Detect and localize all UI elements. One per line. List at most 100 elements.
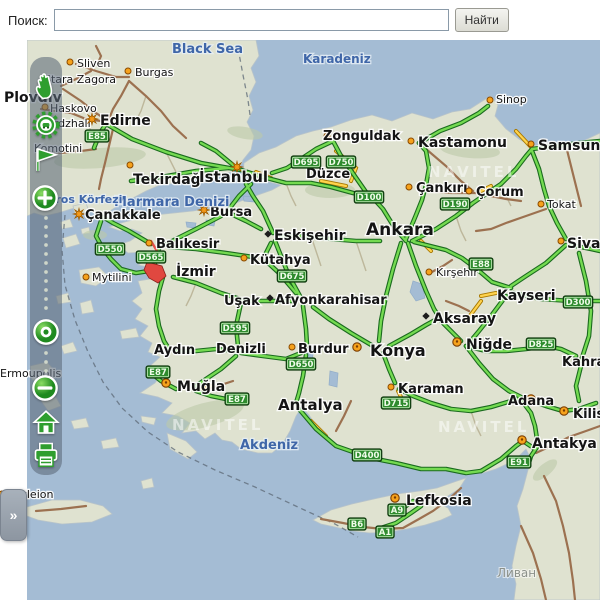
capital-splat-icon — [73, 208, 84, 219]
town-dot-icon — [466, 188, 472, 194]
city-label: Edirne — [100, 113, 151, 129]
sea-label: Karadeniz — [303, 52, 371, 66]
route-vehicle-button[interactable] — [31, 110, 61, 140]
town-dot-icon — [388, 384, 394, 390]
city-label: Tokat — [546, 198, 576, 211]
town-dot-icon — [146, 240, 152, 246]
road-number-label: D300 — [566, 298, 591, 308]
city-label: Denizli — [216, 342, 266, 357]
city-label: Burgas — [135, 66, 174, 79]
sea-label: Akdeniz — [240, 438, 298, 453]
road-number-label: D100 — [357, 193, 382, 203]
city-label: Niğde — [466, 337, 512, 353]
city-label: Kilis — [573, 407, 600, 422]
city-label: Mytilini — [92, 271, 132, 284]
city-label: Lefkosia — [406, 493, 472, 509]
city-label: İstanbul — [199, 167, 268, 186]
road-number-label: A9 — [391, 506, 404, 516]
town-dot-icon — [406, 184, 412, 190]
flag-icon — [31, 144, 61, 174]
city-label: Ankara — [366, 220, 434, 240]
road-number-label: D565 — [139, 253, 164, 263]
navitel-watermark: NAVITEL — [172, 416, 263, 434]
navitel-watermark: NAVITEL — [428, 163, 519, 181]
map-container[interactable]: NAVITELNAVITELNAVITELPlovdivSlivenStara … — [0, 40, 600, 600]
zoom-slider-track-lower[interactable] — [42, 349, 50, 373]
city-label: Sivas — [567, 236, 600, 252]
city-dome-dot — [563, 409, 565, 411]
town-dot-icon — [426, 269, 432, 275]
navitel-watermark: NAVITEL — [438, 418, 529, 436]
zoom-slider-track[interactable] — [42, 214, 50, 314]
city-label: Burdur — [298, 342, 349, 357]
print-button[interactable] — [31, 440, 61, 470]
town-dot-icon — [241, 255, 247, 261]
town-dot-icon — [67, 59, 73, 65]
city-label: Çorum — [476, 185, 524, 200]
town-dot-icon — [83, 274, 89, 280]
city-label: Kayseri — [497, 288, 556, 304]
road-number-label: D550 — [98, 245, 123, 255]
home-icon — [31, 408, 61, 438]
city-label: Sinop — [496, 93, 527, 106]
city-label: Adana — [508, 394, 554, 409]
sidebar-collapse-tab[interactable]: » — [0, 489, 27, 541]
town-dot-icon — [558, 238, 564, 244]
search-bar: Поиск: Найти — [0, 0, 600, 40]
city-label: Tekirdağ — [133, 172, 201, 188]
map-toolbar — [30, 57, 62, 475]
road-number-label: A1 — [379, 528, 392, 538]
vehicle-gear-icon — [31, 110, 61, 140]
city-label: Karaman — [398, 382, 464, 397]
home-button[interactable] — [31, 408, 61, 438]
city-label: Çanakkale — [85, 208, 161, 223]
city-label: Çankırı — [416, 181, 468, 196]
country-label: Ливан — [497, 566, 536, 580]
map-canvas[interactable]: NAVITELNAVITELNAVITELPlovdivSlivenStara … — [0, 40, 600, 600]
city-label: Balıkesir — [156, 237, 220, 252]
road-number-label: D825 — [529, 340, 554, 350]
road-number-label: E88 — [472, 260, 490, 270]
road-number-label: D595 — [223, 324, 248, 334]
search-input[interactable] — [54, 9, 449, 31]
zoom-in-button[interactable] — [31, 184, 61, 214]
city-label: Antalya — [278, 396, 343, 414]
town-dot-icon — [408, 138, 414, 144]
slider-knob-icon — [32, 318, 60, 346]
road-number-label: E87 — [228, 395, 246, 405]
zoom-slider-handle[interactable] — [32, 318, 62, 348]
city-label: Antakya — [532, 436, 597, 452]
city-label: Kütahya — [250, 253, 311, 268]
city-label: Samsun — [538, 138, 600, 154]
city-dome-dot — [521, 438, 523, 440]
road-number-label: E85 — [88, 132, 106, 142]
printer-icon — [31, 440, 61, 470]
pan-hand-button[interactable] — [31, 71, 61, 101]
town-dot-icon — [127, 162, 133, 168]
road-number-label: D750 — [329, 158, 354, 168]
city-label: Aydın — [154, 343, 195, 358]
plus-icon — [31, 184, 59, 212]
road-number-label: D400 — [355, 451, 380, 461]
road-number-label: D695 — [294, 158, 319, 168]
city-label: Eskişehir — [274, 228, 346, 244]
city-label: Konya — [370, 341, 426, 360]
city-label: Düzce — [306, 167, 350, 182]
search-button[interactable]: Найти — [455, 8, 509, 32]
town-dot-icon — [538, 201, 544, 207]
road-number-label: B6 — [351, 520, 363, 530]
road-number-label: E91 — [510, 458, 528, 468]
town-dot-icon — [487, 97, 493, 103]
city-dome-dot — [456, 340, 458, 342]
road-number-label: D675 — [280, 272, 305, 282]
city-label: Sliven — [77, 57, 110, 70]
zoom-out-button[interactable] — [31, 374, 61, 404]
town-dot-icon — [289, 344, 295, 350]
city-label: Kastamonu — [418, 135, 507, 151]
road-number-label: D190 — [443, 200, 468, 210]
city-dome-dot — [165, 381, 167, 383]
route-flag-button[interactable] — [31, 144, 61, 174]
city-label: İzmir — [176, 263, 216, 280]
island — [80, 300, 94, 314]
sea-label: Marmara Denizi — [114, 195, 230, 210]
